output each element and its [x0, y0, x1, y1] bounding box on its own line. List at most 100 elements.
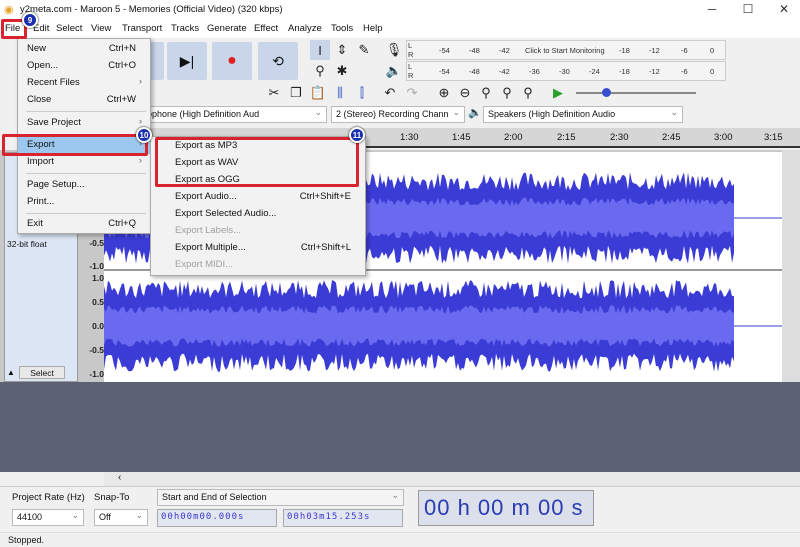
menu-effect[interactable]: Effect [254, 23, 278, 34]
menu-item-export-labels: Export Labels... [151, 223, 365, 240]
menu-item-export-multiple[interactable]: Export Multiple... Ctrl+Shift+L [151, 240, 365, 257]
selection-tool[interactable]: I [310, 40, 330, 60]
selection-start-time[interactable]: 00h00m00.000s [157, 509, 277, 527]
horizontal-scrollbar[interactable]: ‹ [104, 472, 800, 486]
zoom-out-icon: ⊖ [459, 85, 471, 100]
silence-button[interactable]: ⫿ [352, 83, 372, 103]
zoom-tool[interactable]: ⚲ [310, 61, 330, 81]
vertical-scrollbar[interactable] [782, 150, 800, 382]
meter-label: 0 [710, 67, 715, 76]
minimize-button[interactable]: ─ [702, 2, 722, 16]
item-label: Print... [27, 196, 55, 207]
menu-transport[interactable]: Transport [122, 23, 162, 34]
meter-label: -54 [439, 67, 450, 76]
chevron-right-icon: › [138, 116, 142, 127]
selection-end-time[interactable]: 00h03m15.253s [283, 509, 403, 527]
audio-position-time[interactable]: 00 h 00 m 00 s [418, 490, 594, 526]
menu-item-open[interactable]: Open... Ctrl+O [18, 58, 150, 75]
record-button[interactable]: ● [212, 42, 252, 80]
copy-button[interactable]: ❐ [286, 83, 306, 103]
speaker-icon: 🔈 [385, 63, 403, 78]
silence-icon: ⫿ [359, 85, 365, 100]
play-speed-slider[interactable] [576, 88, 696, 97]
menu-item-new[interactable]: New Ctrl+N [18, 41, 150, 58]
zoom-in-button[interactable]: ⊕ [434, 83, 454, 103]
menu-item-export-selected-audio[interactable]: Export Selected Audio... [151, 206, 365, 223]
shortcut: Ctrl+Q [108, 218, 136, 229]
meter-l: L [408, 41, 413, 50]
copy-icon: ❐ [290, 85, 302, 100]
selection-mode-select[interactable]: Start and End of Selection [157, 489, 404, 506]
scissors-icon: ✂ [268, 85, 280, 100]
meter-label: -48 [469, 67, 480, 76]
ruler-tick-label: 1:30 [400, 132, 419, 143]
item-label: Open... [27, 60, 59, 71]
menu-tracks[interactable]: Tracks [171, 23, 199, 34]
envelope-tool[interactable]: ⇕ [332, 40, 352, 60]
maximize-button[interactable]: ☐ [738, 2, 758, 16]
zoom-toggle-button[interactable]: ⚲ [518, 83, 538, 103]
menu-item-close[interactable]: Close Ctrl+W [18, 92, 150, 109]
menu-analyze[interactable]: Analyze [288, 23, 322, 34]
output-device-select[interactable]: Speakers (High Definition Audio [483, 106, 683, 123]
zoom-out-button[interactable]: ⊖ [455, 83, 475, 103]
meter-label: -12 [649, 46, 660, 55]
redo-button[interactable]: ↷ [402, 83, 422, 103]
draw-tool[interactable]: ✎ [354, 40, 374, 60]
menu-item-exit[interactable]: Exit Ctrl+Q [18, 216, 150, 233]
menu-help[interactable]: Help [363, 23, 383, 34]
record-meter[interactable]: LR -54 -48 -42 Click to Start Monitoring… [406, 40, 726, 60]
snap-to-select[interactable]: Off [94, 509, 148, 526]
menu-generate[interactable]: Generate [207, 23, 247, 34]
meter-label: -54 [439, 46, 450, 55]
menu-item-print[interactable]: Print... [18, 194, 150, 211]
play-at-speed-button[interactable]: ▶ [548, 83, 568, 103]
channels-select[interactable]: 2 (Stereo) Recording Chann [331, 106, 465, 123]
trim-button[interactable]: ⫼ [330, 83, 350, 103]
empty-track-area[interactable] [0, 382, 800, 472]
shortcut: Ctrl+W [106, 94, 136, 105]
menu-item-export-audio[interactable]: Export Audio... Ctrl+Shift+E [151, 189, 365, 206]
zoom-toggle-icon: ⚲ [523, 85, 533, 100]
paste-button[interactable]: 📋 [308, 83, 328, 103]
menu-item-save-project[interactable]: Save Project › [18, 115, 150, 132]
playback-meter[interactable]: LR -54 -48 -42 -36 -30 -24 -18 -12 -6 0 [406, 61, 726, 81]
meter-label: -18 [619, 46, 630, 55]
select-track-button[interactable]: Select [19, 366, 65, 379]
ruler-tick-label: 2:00 [504, 132, 523, 143]
menu-item-page-setup[interactable]: Page Setup... [18, 177, 150, 194]
close-button[interactable]: ✕ [774, 2, 794, 16]
slider-thumb[interactable] [602, 88, 611, 97]
collapse-icon[interactable]: ▲ [7, 368, 15, 377]
meter-label: -30 [559, 67, 570, 76]
menu-item-recent-files[interactable]: Recent Files › [18, 75, 150, 92]
project-rate-select[interactable]: 44100 [12, 509, 84, 526]
selection-toolbar: Project Rate (Hz) 44100 Snap-To Off Star… [0, 486, 800, 532]
menu-select[interactable]: Select [56, 23, 82, 34]
scroll-left-icon[interactable]: ‹ [118, 472, 121, 483]
multi-tool[interactable]: ✱ [332, 61, 352, 81]
cut-button[interactable]: ✂ [264, 83, 284, 103]
chevron-right-icon: › [138, 76, 142, 87]
audacity-logo-icon: ◉ [4, 4, 14, 16]
fit-selection-button[interactable]: ⚲ [476, 83, 496, 103]
input-device-select[interactable]: ophone (High Definition Aud [142, 106, 327, 123]
speaker-icon: 🔈 [468, 107, 482, 119]
skip-end-button[interactable]: ▶| [167, 42, 207, 80]
loop-button[interactable]: ⟲ [258, 42, 298, 80]
scale-label: -1.0 [89, 369, 104, 379]
step-badge-9: 9 [22, 12, 38, 28]
item-label: Export Audio... [175, 191, 237, 202]
menu-item-import[interactable]: Import › [18, 154, 150, 171]
i-beam-icon: I [318, 42, 322, 58]
record-icon: ● [227, 52, 237, 69]
start-monitoring-label[interactable]: Click to Start Monitoring [525, 46, 605, 55]
undo-button[interactable]: ↶ [380, 83, 400, 103]
menu-tools[interactable]: Tools [331, 23, 353, 34]
shortcut: Ctrl+Shift+E [299, 191, 351, 202]
record-meter-button[interactable]: 🎙 [384, 40, 404, 60]
meter-label: -36 [529, 67, 540, 76]
play-meter-button[interactable]: 🔈 [384, 61, 404, 81]
fit-project-button[interactable]: ⚲ [497, 83, 517, 103]
menu-view[interactable]: View [91, 23, 111, 34]
